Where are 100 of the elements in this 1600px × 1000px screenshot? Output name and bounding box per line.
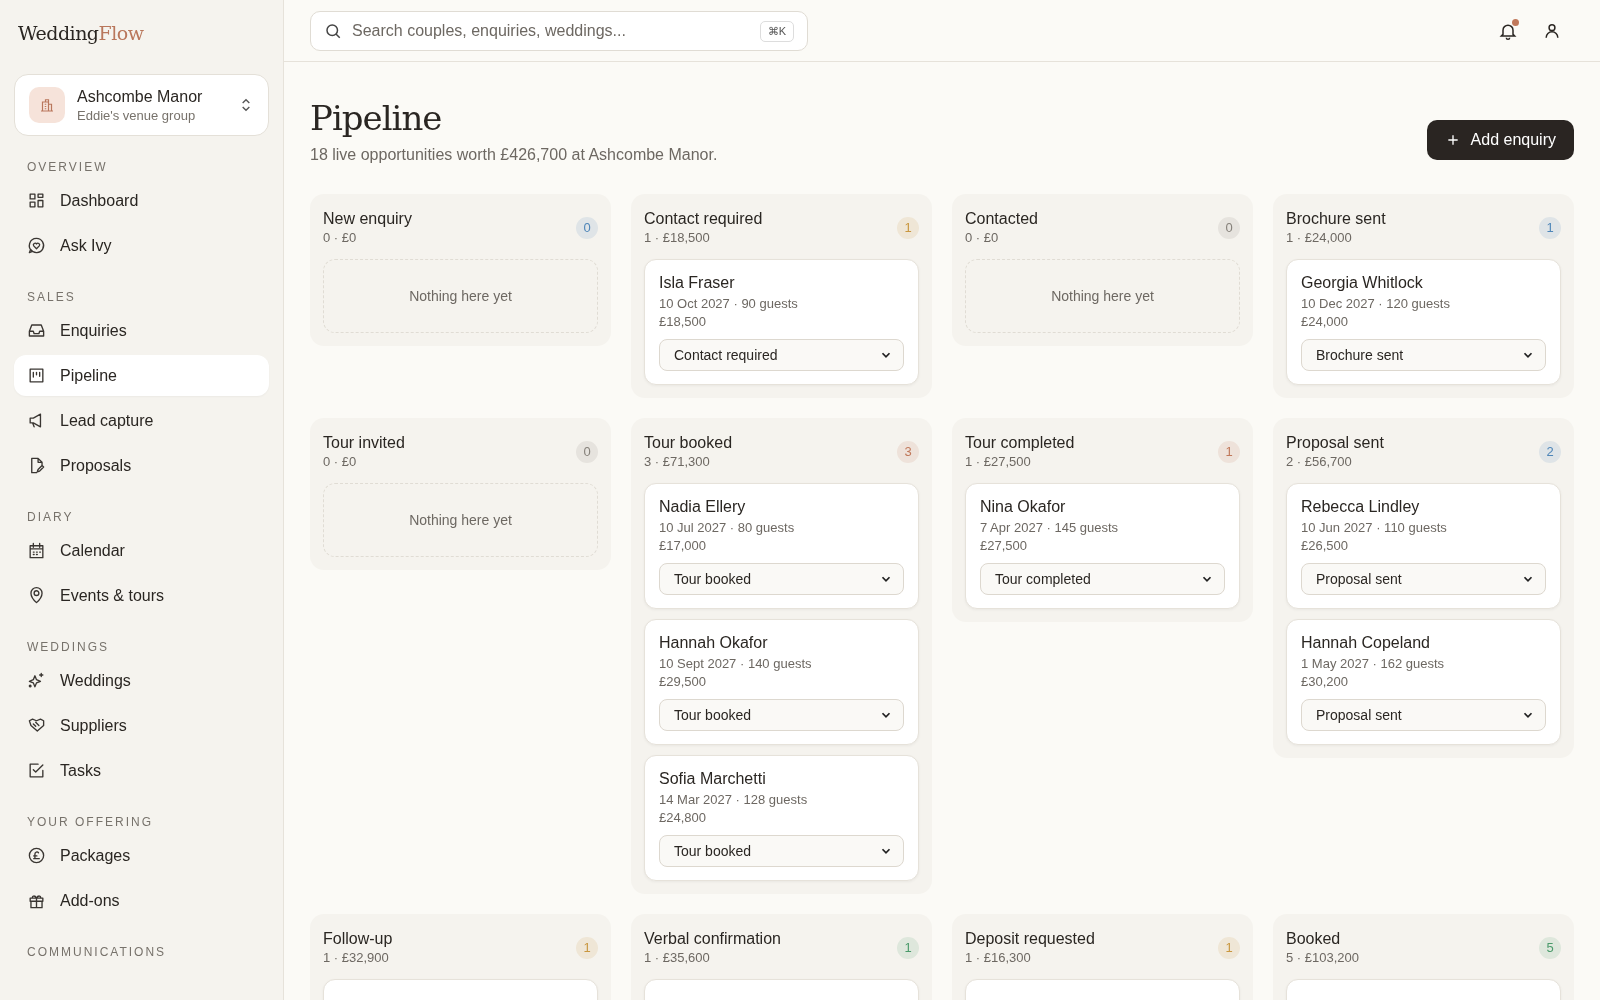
- nav-item[interactable]: Calendar: [14, 530, 269, 571]
- brand-logo[interactable]: WeddingFlow: [14, 0, 269, 74]
- sparkles-icon: [27, 671, 46, 690]
- count-badge: 1: [1218, 440, 1240, 463]
- stage-dropdown[interactable]: Proposal sent: [1301, 699, 1546, 731]
- couple-name: Rebecca Lindley: [1301, 498, 1421, 516]
- nav-item[interactable]: Proposals: [14, 445, 269, 486]
- stage-dropdown[interactable]: Tour booked: [659, 699, 904, 731]
- column-title: Booked: [1286, 930, 1342, 948]
- section-label: SALES: [26, 290, 77, 304]
- stage-dropdown[interactable]: Brochure sent: [1301, 339, 1546, 371]
- column-title: Verbal confirmation: [644, 930, 781, 948]
- stage-dropdown[interactable]: Contact required: [659, 339, 904, 371]
- enquiry-card[interactable]: Nina Okafor 7 Apr 2027 · 145 guests £27,500 Tour completed: [965, 483, 1240, 609]
- enquiry-value: £24,000: [1301, 313, 1349, 331]
- count-badge: 0: [576, 216, 598, 239]
- column-title: Contact required: [644, 210, 763, 228]
- page-title: Pipeline: [310, 98, 443, 138]
- stage-dropdown[interactable]: Tour completed: [980, 563, 1225, 595]
- enquiry-value: £27,500: [980, 537, 1028, 555]
- nav-item[interactable]: Pipeline: [14, 355, 269, 396]
- nav-item[interactable]: Suppliers: [14, 705, 269, 746]
- calendar-icon: [27, 541, 46, 560]
- enquiry-value: £18,500: [659, 313, 707, 331]
- column-title: Deposit requested: [965, 930, 1095, 948]
- count-badge: 5: [1539, 936, 1561, 959]
- column-summary: 1 · £35,600: [644, 950, 711, 965]
- count-badge: 1: [897, 936, 919, 959]
- enquiry-card[interactable]: Rebecca Lindley 10 Jun 2027 · 110 guests £26,500 Proposal sent: [1286, 483, 1561, 609]
- couple-name: Isla Fraser: [659, 274, 736, 292]
- column-summary: 1 · £18,500: [644, 230, 711, 245]
- inbox-icon: [27, 321, 46, 340]
- enquiry-value: £24,800: [659, 809, 707, 827]
- venue-switcher[interactable]: Ashcombe Manor Eddie's venue group: [14, 74, 269, 136]
- count-badge: 2: [1539, 440, 1561, 463]
- wedding-details: 10 Dec 2027 · 120 guests: [1301, 295, 1451, 313]
- column-summary: 3 · £71,300: [644, 454, 711, 469]
- kanban-icon: [27, 366, 46, 385]
- nav-item[interactable]: Add-ons: [14, 880, 269, 921]
- wedding-details: 7 Apr 2027 · 145 guests: [980, 519, 1120, 537]
- stage-dropdown[interactable]: Tour booked: [659, 563, 904, 595]
- column-title: Follow-up: [323, 930, 393, 948]
- nav-item[interactable]: Ask Ivy: [14, 225, 269, 266]
- enquiry-card[interactable]: Hannah Okafor 10 Sept 2027 · 140 guests £29,500 Tour booked: [644, 619, 919, 745]
- wedding-details: 10 Sept 2027 · 140 guests: [659, 655, 813, 673]
- dashboard-icon: [27, 191, 46, 210]
- column-title: New enquiry: [323, 210, 412, 228]
- enquiry-card[interactable]: Nadia Ellery 10 Jul 2027 · 80 guests £17,000 Tour booked: [644, 483, 919, 609]
- column-title: Brochure sent: [1286, 210, 1386, 228]
- add-enquiry-button[interactable]: Add enquiry: [1426, 120, 1574, 160]
- section-label: WEDDINGS: [26, 640, 110, 654]
- column-title: Contacted: [965, 210, 1038, 228]
- couple-name: Hannah Okafor: [659, 634, 769, 652]
- enquiry-value: £17,000: [659, 537, 707, 555]
- nav-item[interactable]: Tasks: [14, 750, 269, 791]
- chat-heart-icon: [27, 236, 46, 255]
- couple-name: Nadia Ellery: [659, 498, 747, 516]
- enquiry-card[interactable]: Isla Fraser 10 Oct 2027 · 90 guests £18,500 Contact required: [644, 259, 919, 385]
- column-summary: 0 · £0: [323, 454, 358, 469]
- count-badge: 1: [576, 936, 598, 959]
- enquiry-value: £26,500: [1301, 537, 1349, 555]
- count-badge: 0: [1218, 216, 1240, 239]
- couple-name: Sofia Marchetti: [659, 770, 767, 788]
- nav-item[interactable]: Packages: [14, 835, 269, 876]
- nav-item[interactable]: Dashboard: [14, 180, 269, 221]
- couple-name: Nina Okafor: [980, 498, 1067, 516]
- wedding-details: 10 Oct 2027 · 90 guests: [659, 295, 799, 313]
- column-summary: 1 · £16,300: [965, 950, 1032, 965]
- stage-dropdown[interactable]: Tour booked: [659, 835, 904, 867]
- count-badge: 1: [897, 216, 919, 239]
- column-title: Tour invited: [323, 434, 405, 452]
- enquiry-card[interactable]: Hannah Copeland 1 May 2027 · 162 guests £30,200 Proposal sent: [1286, 619, 1561, 745]
- column-summary: 1 · £27,500: [965, 454, 1032, 469]
- nav-item[interactable]: Events & tours: [14, 575, 269, 616]
- count-badge: 1: [1539, 216, 1561, 239]
- pound-coin-icon: [27, 846, 46, 865]
- nav-item[interactable]: Lead capture: [14, 400, 269, 441]
- enquiry-value: £30,200: [1301, 673, 1349, 691]
- count-badge: 1: [1218, 936, 1240, 959]
- nav-item[interactable]: Weddings: [14, 660, 269, 701]
- venue-group: Eddie's venue group: [77, 107, 226, 123]
- count-badge: 3: [897, 440, 919, 463]
- enquiry-card[interactable]: Georgia Whitlock 10 Dec 2027 · 120 guests £24,000 Brochure sent: [1286, 259, 1561, 385]
- column-summary: 1 · £24,000: [1286, 230, 1353, 245]
- page-subtitle: 18 live opportunities worth £426,700 at Ashcombe Manor.: [310, 146, 718, 164]
- nav-item[interactable]: Enquiries: [14, 310, 269, 351]
- notifications-button[interactable]: [1498, 20, 1518, 41]
- empty-message: Nothing here yet: [1051, 288, 1154, 304]
- column-title: Proposal sent: [1286, 434, 1384, 452]
- section-label: YOUR OFFERING: [26, 815, 154, 829]
- wedding-details: 10 Jun 2027 · 110 guests: [1301, 519, 1448, 537]
- stage-dropdown[interactable]: Proposal sent: [1301, 563, 1546, 595]
- section-label: DIARY: [26, 510, 75, 524]
- couple-name: Georgia Whitlock: [1301, 274, 1424, 292]
- count-badge: 0: [576, 440, 598, 463]
- checkbox-icon: [27, 761, 46, 780]
- empty-message: Nothing here yet: [409, 512, 512, 528]
- building-icon: [29, 87, 65, 123]
- column-title: Tour booked: [644, 434, 733, 452]
- enquiry-card[interactable]: Sofia Marchetti 14 Mar 2027 · 128 guests £24,800 Tour booked: [644, 755, 919, 881]
